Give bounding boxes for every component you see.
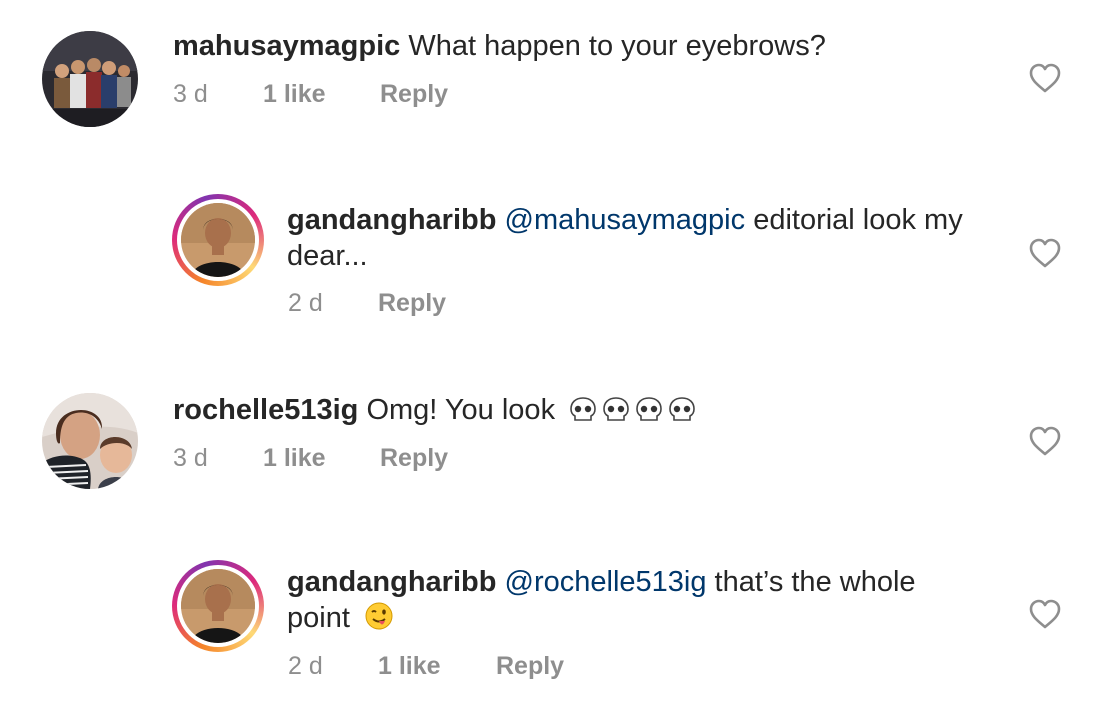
- comment-meta: 2 d 1 like Reply: [288, 652, 564, 681]
- heart-outline-icon[interactable]: [1028, 237, 1062, 269]
- avatar-gandangharibb[interactable]: [172, 560, 264, 652]
- likes-count[interactable]: 1 like: [263, 80, 380, 109]
- comment-2: gandangharibb @mahusaymagpic editorial l…: [0, 160, 1120, 360]
- comment-body-line1: that’s the whole: [714, 566, 916, 598]
- likes-count[interactable]: 1 like: [263, 444, 380, 473]
- comment-3: rochelle513ig Omg! You look 3 d 1 like R…: [0, 360, 1120, 540]
- username[interactable]: gandangharibb: [287, 204, 496, 236]
- comment-body: Omg! You look: [366, 394, 556, 426]
- username[interactable]: mahusaymagpic: [173, 30, 400, 62]
- skull-emoji: [569, 395, 695, 432]
- comment-text: mahusaymagpic What happen to your eyebro…: [173, 28, 826, 64]
- likes-count[interactable]: 1 like: [378, 652, 496, 681]
- comment-body-line2: point: [287, 602, 350, 634]
- timestamp: 3 d: [173, 444, 208, 472]
- avatar-gandangharibb[interactable]: [172, 194, 264, 286]
- username[interactable]: gandangharibb: [287, 566, 496, 598]
- heart-outline-icon[interactable]: [1028, 598, 1062, 630]
- mention-link[interactable]: @mahusaymagpic: [505, 204, 746, 236]
- heart-outline-icon[interactable]: [1028, 62, 1062, 94]
- reply-button[interactable]: Reply: [380, 80, 448, 109]
- avatar-rochelle513ig[interactable]: [42, 393, 138, 489]
- timestamp: 3 d: [173, 80, 208, 108]
- reply-button[interactable]: Reply: [378, 289, 446, 318]
- avatar-mahusaymagpic[interactable]: [42, 31, 138, 127]
- username[interactable]: rochelle513ig: [173, 394, 358, 426]
- comment-meta: 2 d Reply: [288, 289, 446, 318]
- comment-meta: 3 d 1 like Reply: [173, 444, 448, 473]
- reply-button[interactable]: Reply: [380, 444, 448, 473]
- winking-face-tongue-emoji: [364, 601, 394, 640]
- comment-body-line1: editorial look my: [753, 204, 963, 236]
- mention-link[interactable]: @rochelle513ig: [505, 566, 707, 598]
- comment-1: mahusaymagpic What happen to your eyebro…: [0, 0, 1120, 160]
- comment-meta: 3 d 1 like Reply: [173, 80, 448, 109]
- comment-text: rochelle513ig Omg! You look: [173, 392, 695, 432]
- heart-outline-icon[interactable]: [1028, 425, 1062, 457]
- timestamp: 2 d: [288, 652, 323, 680]
- comment-text: gandangharibb @mahusaymagpic editorial l…: [287, 202, 987, 274]
- comment-text: gandangharibb @rochelle513ig that’s the …: [287, 564, 987, 640]
- comment-4: gandangharibb @rochelle513ig that’s the …: [0, 540, 1120, 717]
- timestamp: 2 d: [288, 289, 323, 317]
- comment-body-line2: dear...: [287, 240, 368, 272]
- comment-body: What happen to your eyebrows?: [408, 30, 826, 62]
- reply-button[interactable]: Reply: [496, 652, 564, 681]
